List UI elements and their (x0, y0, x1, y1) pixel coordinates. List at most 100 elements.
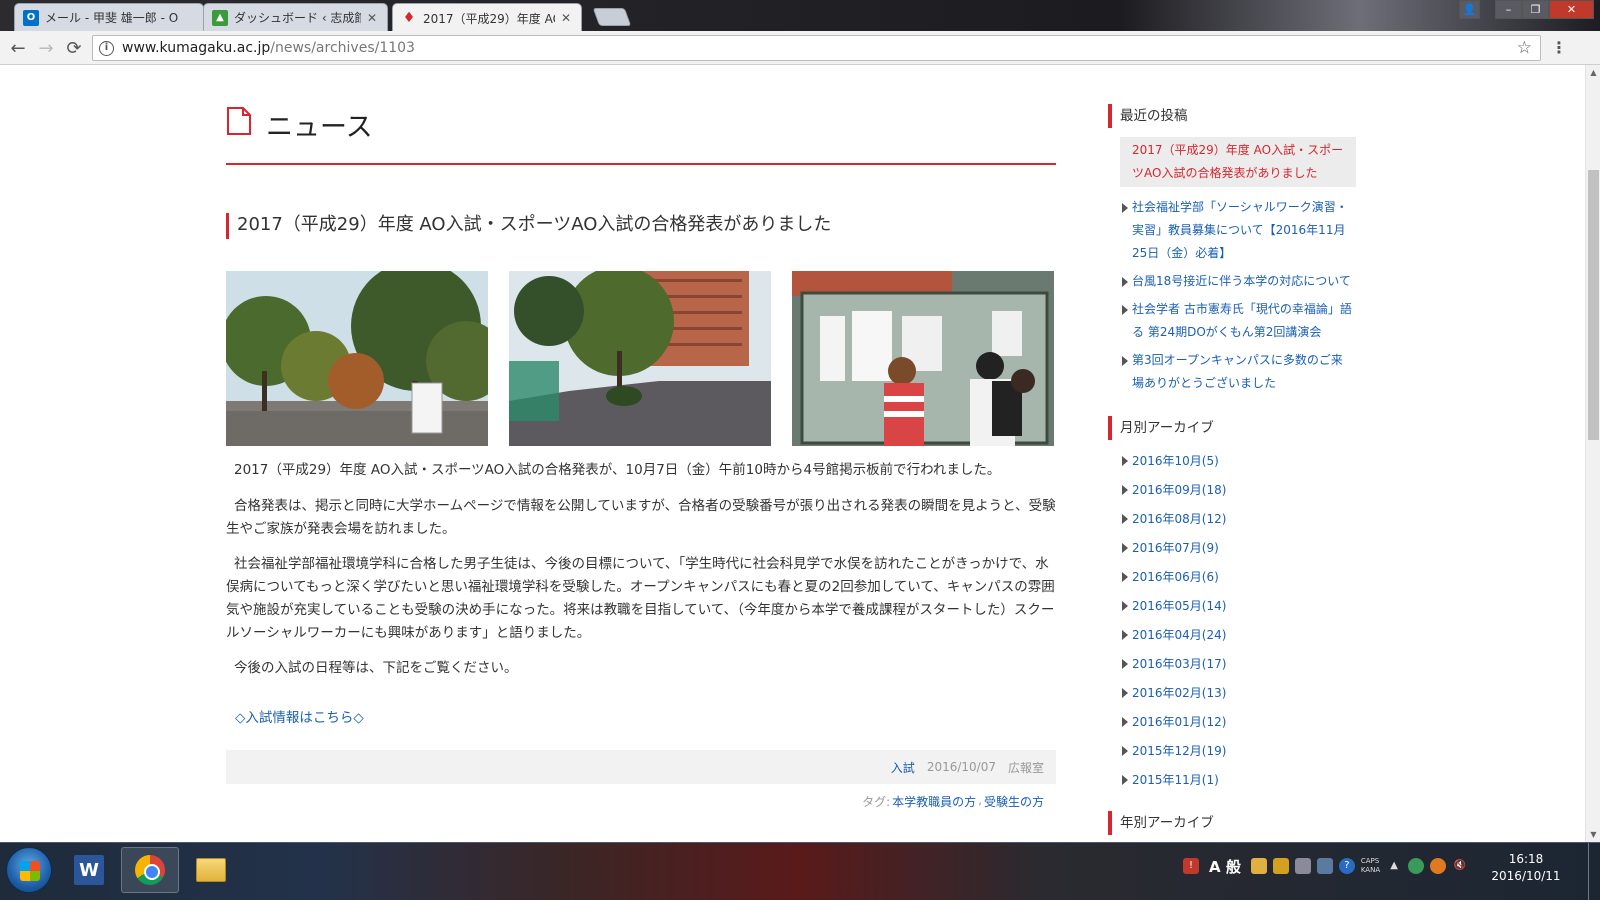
new-tab-button[interactable] (592, 8, 632, 26)
ime-pad-icon[interactable] (1272, 858, 1289, 874)
archive-month-link[interactable]: 2016年10月(5) (1120, 452, 1219, 470)
admissions-info-link[interactable]: ◇入試情報はこちら◇ (235, 706, 364, 726)
show-desktop-button[interactable] (1588, 843, 1600, 900)
caps-label: CAPS (1360, 857, 1380, 865)
article-paragraph: 社会福祉学部福祉環境学科に合格した男子生徒は、今後の目標について、「学生時代に社… (226, 553, 1056, 645)
word-icon: W (74, 855, 104, 885)
campus-building-photo (509, 271, 771, 446)
archive-month-label: 2016年03月(17) (1132, 657, 1227, 671)
triangle-bullet-icon (1122, 356, 1128, 366)
archive-month-label: 2016年07月(9) (1132, 541, 1219, 555)
tab-title: ダッシュボード ‹ 志成館 (234, 11, 361, 25)
archive-month-label: 2016年06月(6) (1132, 570, 1219, 584)
browser-toolbar: ← → ⟳ i www.kumagaku.ac.jp/news/archives… (0, 31, 1600, 65)
clock-time: 16:18 (1508, 852, 1544, 866)
triangle-bullet-icon (1122, 746, 1128, 756)
wordpress-dashboard-icon: ▲ (212, 9, 228, 26)
close-window-button[interactable]: ✕ (1549, 0, 1594, 19)
triangle-bullet-icon (1122, 277, 1128, 287)
recent-post-link[interactable]: 第3回オープンキャンパスに多数のご来場ありがとうございました (1120, 349, 1356, 395)
vertical-scrollbar[interactable]: ▲ ▼ (1585, 65, 1600, 842)
notification-icon[interactable]: ! (1183, 858, 1199, 874)
archive-month-link[interactable]: 2016年05月(14) (1120, 597, 1226, 615)
recent-post-link[interactable]: 社会学者 古市憲寿氏「現代の幸福論」語る 第24期DOがくもん第2回講演会 (1120, 298, 1356, 344)
tag-separator: , (978, 793, 982, 807)
triangle-bullet-icon (1122, 688, 1128, 698)
scroll-up-arrow-icon[interactable]: ▲ (1586, 65, 1600, 80)
volume-muted-icon[interactable]: 🔇 (1452, 858, 1468, 874)
yearly-archive-heading: 年別アーカイブ (1108, 811, 1214, 835)
close-tab-icon[interactable]: ✕ (559, 11, 573, 25)
archive-month-link[interactable]: 2016年02月(13) (1120, 684, 1226, 702)
url-path: /news/archives/1103 (270, 40, 415, 56)
triangle-bullet-icon (1122, 305, 1128, 315)
recent-post-label: 第3回オープンキャンパスに多数のご来場ありがとうございました (1132, 353, 1343, 390)
windows-taskbar: W ! A 般 ? CAPS KANA ▲ 🔇 16:18 2016/10/11 (0, 842, 1600, 900)
recent-post-link[interactable]: 社会福祉学部「ソーシャルワーク演習・実習」教員募集について【2016年11月25… (1120, 196, 1356, 265)
app-tray-icon[interactable] (1430, 858, 1447, 874)
tags-label: タグ: (862, 795, 891, 809)
taskbar-chrome[interactable] (121, 847, 179, 893)
network-status-icon[interactable] (1408, 858, 1425, 874)
archive-month-link[interactable]: 2016年03月(17) (1120, 655, 1226, 673)
browser-menu-icon[interactable]: ⋮ (1549, 37, 1569, 61)
recent-post-link[interactable]: 2017（平成29）年度 AO入試・スポーツAO入試の合格発表がありました (1120, 137, 1356, 187)
ime-tool-icon[interactable] (1250, 858, 1267, 874)
browser-tab-strip: O メール - 甲斐 雄一郎 - O ▲ ダッシュボード ‹ 志成館 ✕ ♦ 2… (0, 0, 1600, 32)
taskbar-clock[interactable]: 16:18 2016/10/11 (1486, 851, 1566, 885)
triangle-bullet-icon (1122, 659, 1128, 669)
archive-month-label: 2016年05月(14) (1132, 599, 1227, 613)
url-host: www.kumagaku.ac.jp (122, 40, 271, 56)
bookmark-star-icon[interactable]: ☆ (1517, 38, 1532, 58)
article-paragraph: 2017（平成29）年度 AO入試・スポーツAO入試の合格発表が、10月7日（金… (226, 459, 1056, 482)
section-title: ニュース (266, 112, 373, 143)
paragraph-text: 社会福祉学部福祉環境学科に合格した男子生徒は、今後の目標について、「学生時代に社… (226, 556, 1055, 641)
ime-tools-icon[interactable] (1294, 858, 1311, 874)
address-bar[interactable]: i www.kumagaku.ac.jp/news/archives/1103 … (92, 35, 1541, 61)
restore-button[interactable]: ❐ (1522, 0, 1549, 19)
tag-link[interactable]: 受験生の方 (984, 793, 1044, 810)
tab-dashboard[interactable]: ▲ ダッシュボード ‹ 志成館 ✕ (203, 3, 388, 31)
triangle-bullet-icon (1122, 485, 1128, 495)
back-arrow-icon[interactable]: ← (6, 36, 30, 60)
archive-month-label: 2016年01月(12) (1132, 715, 1227, 729)
ime-settings-icon[interactable] (1316, 858, 1333, 874)
archive-month-link[interactable]: 2016年07月(9) (1120, 539, 1219, 557)
archive-month-link[interactable]: 2015年12月(19) (1120, 742, 1226, 760)
archive-month-link[interactable]: 2016年04月(24) (1120, 626, 1226, 644)
triangle-bullet-icon (1122, 717, 1128, 727)
recent-post-link[interactable]: 台風18号接近に伴う本学の対応について (1120, 270, 1356, 293)
triangle-bullet-icon (1122, 543, 1128, 553)
tab-current-news[interactable]: ♦ 2017（平成29）年度 AO ✕ (392, 3, 582, 32)
tab-outlook-mail[interactable]: O メール - 甲斐 雄一郎 - O (14, 3, 204, 31)
user-profile-icon[interactable]: 👤 (1459, 0, 1480, 19)
close-tab-icon[interactable]: ✕ (365, 11, 379, 25)
taskbar-explorer[interactable] (182, 847, 240, 893)
post-date: 2016/10/07 (926, 760, 996, 774)
archive-month-link[interactable]: 2016年01月(12) (1120, 713, 1226, 731)
taskbar-word[interactable]: W (60, 847, 118, 893)
minimize-button[interactable]: – (1495, 0, 1522, 19)
archive-month-link[interactable]: 2016年09月(18) (1120, 481, 1226, 499)
article-paragraph: 今後の入試の日程等は、下記をご覧ください。 (226, 657, 1056, 680)
site-info-icon[interactable]: i (99, 40, 114, 56)
scroll-thumb[interactable] (1588, 170, 1599, 440)
forward-arrow-icon[interactable]: → (34, 36, 58, 60)
archive-month-link[interactable]: 2016年06月(6) (1120, 568, 1219, 586)
archive-month-link[interactable]: 2016年08月(12) (1120, 510, 1226, 528)
ime-indicator[interactable]: A 般 (1205, 856, 1245, 877)
folder-icon (196, 858, 226, 882)
triangle-bullet-icon (1122, 601, 1128, 611)
recent-posts-list: 2017（平成29）年度 AO入試・スポーツAO入試の合格発表がありました 社会… (1120, 137, 1356, 395)
scroll-down-arrow-icon[interactable]: ▼ (1586, 827, 1600, 842)
archive-month-link[interactable]: 2015年11月(1) (1120, 771, 1219, 789)
category-link[interactable]: 入試 (891, 759, 915, 776)
kana-label: KANA (1360, 866, 1381, 874)
start-button[interactable] (6, 847, 52, 893)
help-icon[interactable]: ? (1338, 858, 1355, 874)
reload-icon[interactable]: ⟳ (62, 36, 86, 60)
recent-post-label: 社会福祉学部「ソーシャルワーク演習・実習」教員募集について【2016年11月25… (1132, 200, 1348, 260)
tag-link[interactable]: 本学教職員の方 (892, 793, 976, 810)
chrome-icon (135, 855, 165, 885)
show-hidden-icons-arrow-icon[interactable]: ▲ (1386, 858, 1402, 874)
